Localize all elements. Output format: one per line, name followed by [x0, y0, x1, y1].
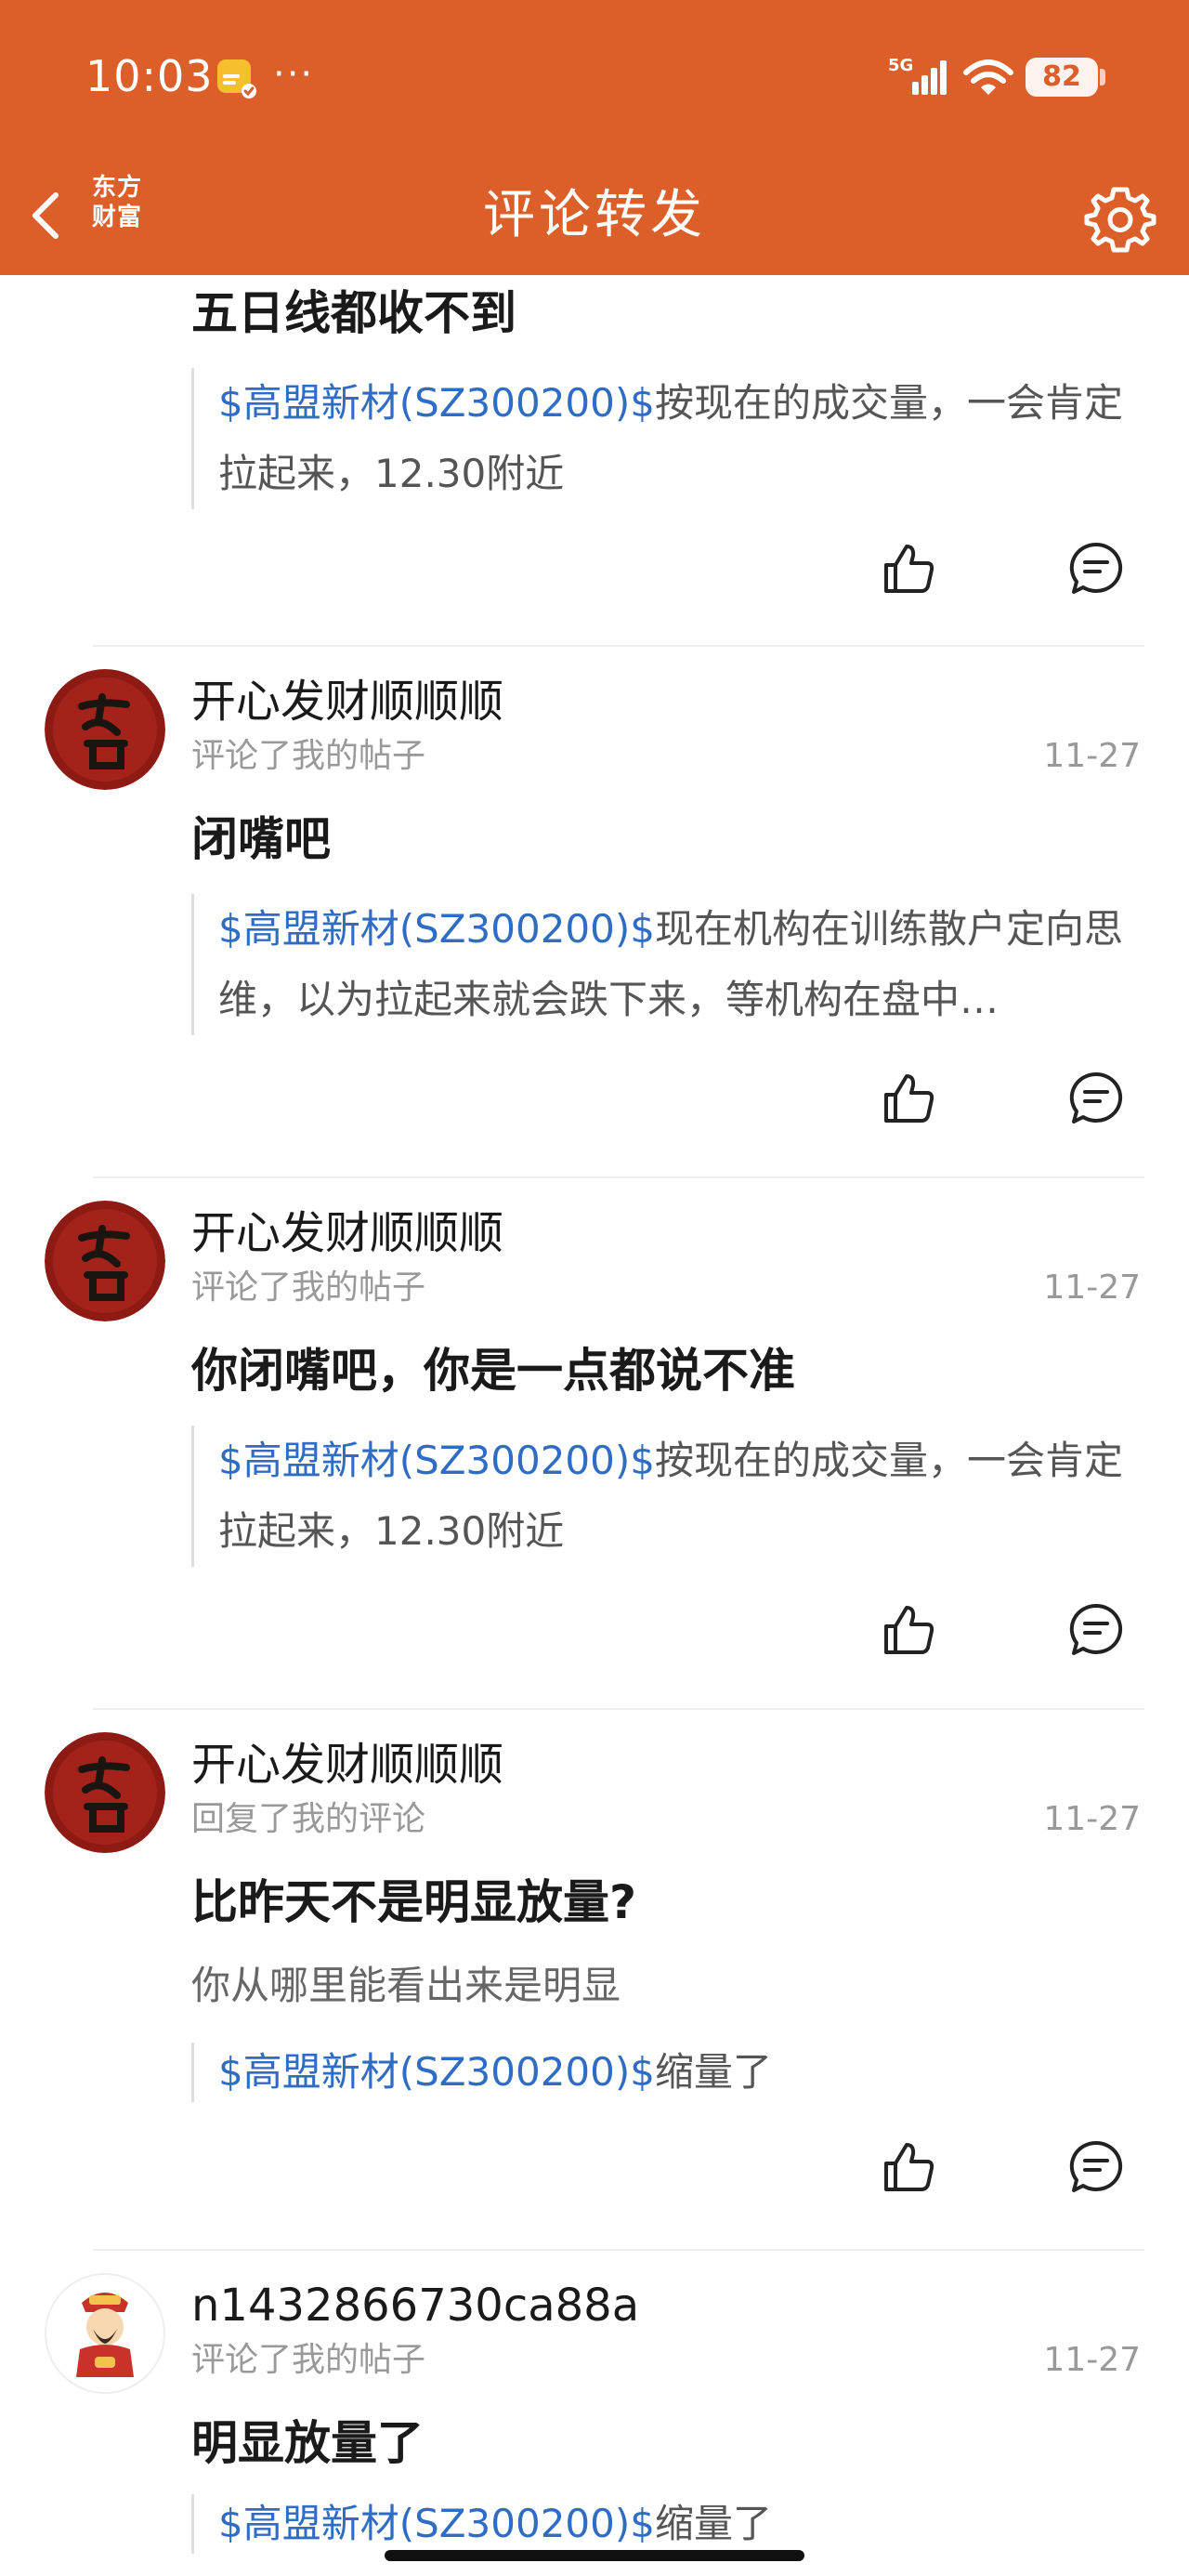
comment-text: 比昨天不是明显放量?: [191, 1875, 637, 1929]
list-item[interactable]: 开心发财顺顺顺 评论了我的帖子 11-27 你闭嘴吧，你是一点都说不准 $高盟新…: [0, 1178, 1189, 1710]
quoted-post[interactable]: $高盟新材(SZ300200)$按现在的成交量，一会肯定拉起来，12.30附近: [191, 368, 1143, 509]
activity-label: 回复了我的评论: [191, 1800, 426, 1838]
thumbs-up-icon[interactable]: [881, 1071, 936, 1126]
username[interactable]: 开心发财顺顺顺: [191, 1204, 503, 1262]
avatar[interactable]: [45, 1201, 165, 1321]
comment-bubble-icon[interactable]: [1068, 541, 1124, 597]
stock-link[interactable]: $高盟新材(SZ300200)$: [218, 2049, 655, 2095]
comment-text: 你闭嘴吧，你是一点都说不准: [191, 1344, 795, 1398]
quoted-post[interactable]: $高盟新材(SZ300200)$缩量了: [191, 2494, 1143, 2554]
thumbs-up-icon[interactable]: [881, 541, 936, 597]
stock-link[interactable]: $高盟新材(SZ300200)$: [218, 906, 655, 952]
list-item[interactable]: 五日线都收不到 $高盟新材(SZ300200)$按现在的成交量，一会肯定拉起来，…: [0, 275, 1189, 647]
comment-text: 明显放量了: [191, 2416, 424, 2470]
avatar[interactable]: [45, 1732, 165, 1853]
status-time: 10:03: [85, 51, 214, 101]
comment-bubble-icon[interactable]: [1068, 1602, 1124, 1658]
network-type-label: 5G: [888, 56, 913, 75]
username[interactable]: 开心发财顺顺顺: [191, 673, 503, 730]
wifi-icon: [963, 59, 1013, 95]
list-item[interactable]: n1432866730ca88a 评论了我的帖子 11-27 明显放量了 $高盟…: [0, 2251, 1189, 2576]
comment-bubble-icon[interactable]: [1068, 1071, 1124, 1126]
stock-link[interactable]: $高盟新材(SZ300200)$: [218, 380, 655, 426]
post-date: 11-27: [1043, 2341, 1141, 2379]
replied-comment-text: 你从哪里能看出来是明显: [191, 1963, 621, 2008]
app-notification-icon: [217, 59, 256, 99]
avatar-image: [45, 1201, 165, 1321]
status-bar: 10:03 ··· 5G 82: [0, 0, 1189, 156]
home-indicator[interactable]: [385, 2550, 804, 2561]
list-item[interactable]: 开心发财顺顺顺 回复了我的评论 11-27 比昨天不是明显放量? 你从哪里能看出…: [0, 1710, 1189, 2251]
list-item[interactable]: 开心发财顺顺顺 评论了我的帖子 11-27 闭嘴吧 $高盟新材(SZ300200…: [0, 647, 1189, 1178]
stock-link[interactable]: $高盟新材(SZ300200)$: [218, 1438, 655, 1483]
quoted-post[interactable]: $高盟新材(SZ300200)$缩量了: [191, 2043, 1143, 2102]
quoted-post-text: 缩量了: [654, 2501, 772, 2546]
activity-label: 评论了我的帖子: [191, 2341, 426, 2379]
battery-level: 82: [1042, 60, 1081, 93]
battery-indicator: 82: [1026, 58, 1098, 97]
avatar-image: [76, 2293, 134, 2377]
quoted-post[interactable]: $高盟新材(SZ300200)$按现在的成交量，一会肯定拉起来，12.30附近: [191, 1426, 1143, 1567]
comment-feed: 五日线都收不到 $高盟新材(SZ300200)$按现在的成交量，一会肯定拉起来，…: [0, 275, 1189, 2576]
post-date: 11-27: [1043, 1268, 1141, 1307]
post-date: 11-27: [1043, 1800, 1141, 1838]
top-bar: 10:03 ··· 5G 82 评论转发: [0, 0, 1189, 275]
brand-logo-line2: 财富: [91, 204, 142, 231]
gear-icon[interactable]: [1083, 182, 1157, 256]
activity-label: 评论了我的帖子: [191, 1268, 426, 1307]
activity-label: 评论了我的帖子: [191, 737, 426, 775]
navigation-bar: 评论转发: [0, 156, 1189, 275]
cellular-signal-icon: 5G: [888, 56, 947, 95]
username[interactable]: 开心发财顺顺顺: [191, 1736, 503, 1794]
comment-text: 闭嘴吧: [191, 812, 331, 866]
brand-logo-line1: 东方: [91, 174, 142, 202]
chevron-left-icon[interactable]: [22, 186, 71, 245]
username[interactable]: n1432866730ca88a: [191, 2277, 639, 2334]
quoted-post[interactable]: $高盟新材(SZ300200)$现在机构在训练散户定向思维，以为拉起来就会跌下来…: [191, 894, 1143, 1035]
post-date: 11-27: [1043, 737, 1141, 775]
comment-bubble-icon[interactable]: [1068, 2139, 1124, 2195]
stock-link[interactable]: $高盟新材(SZ300200)$: [218, 2501, 655, 2546]
quoted-post-text: 缩量了: [654, 2049, 772, 2095]
status-more-indicator: ···: [273, 53, 315, 96]
comment-text: 五日线都收不到: [191, 286, 516, 340]
brand-logo[interactable]: 东方 财富: [82, 173, 152, 240]
avatar[interactable]: [45, 2273, 165, 2394]
avatar[interactable]: [45, 669, 165, 790]
thumbs-up-icon[interactable]: [881, 1602, 936, 1658]
avatar-image: [45, 669, 165, 790]
battery-nub: [1100, 69, 1105, 85]
avatar-image: [45, 1732, 165, 1853]
page-title: 评论转发: [483, 185, 706, 245]
thumbs-up-icon[interactable]: [881, 2139, 936, 2195]
